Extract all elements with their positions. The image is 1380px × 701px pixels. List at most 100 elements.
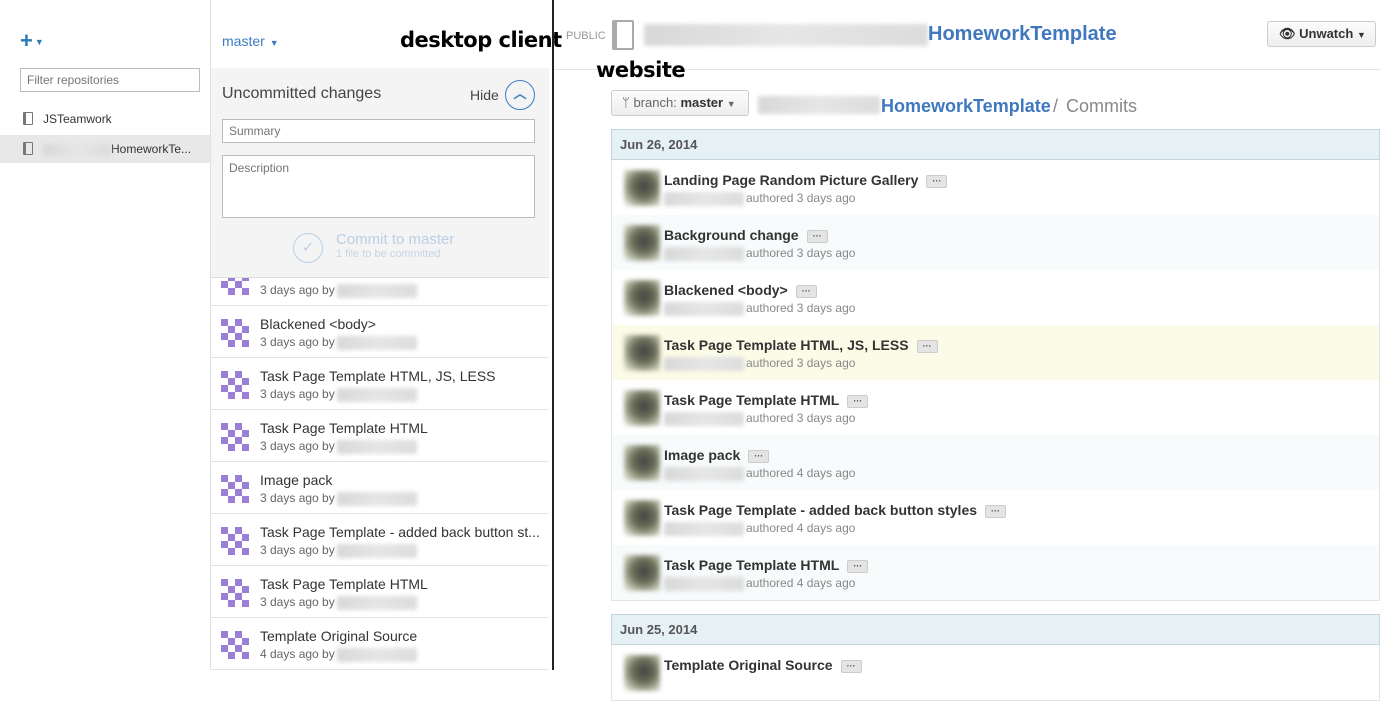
commit-summary-input[interactable] [222, 119, 535, 143]
history-row[interactable]: Task Page Template - added back button s… [211, 514, 548, 566]
branch-name: master [222, 33, 265, 49]
redacted-author [336, 543, 417, 558]
commit-title[interactable]: Task Page Template - added back button s… [664, 502, 1007, 518]
history-title: Task Page Template HTML [260, 576, 428, 592]
redacted-author [664, 576, 744, 591]
commit-description-input[interactable] [222, 155, 535, 218]
history-row[interactable]: Task Page Template HTML 3 days ago by [211, 566, 548, 618]
history-row[interactable]: Image pack 3 days ago by [211, 462, 548, 514]
identicon-avatar [221, 579, 249, 607]
redacted-author [664, 521, 744, 536]
repo-book-icon [23, 112, 33, 125]
identicon-avatar [221, 475, 249, 503]
commit-title-text[interactable]: Landing Page Random Picture Gallery [664, 172, 918, 188]
unwatch-button[interactable]: 👁 Unwatch ▼ [1267, 21, 1376, 47]
commit-title-text[interactable]: Task Page Template HTML [664, 392, 839, 408]
commit-title[interactable]: Landing Page Random Picture Gallery ··· [664, 172, 948, 188]
repo-item-jsteamwork[interactable]: JSTeamwork [0, 105, 210, 133]
caret-down-icon: ▼ [34, 37, 44, 48]
hide-label[interactable]: Hide [470, 87, 499, 103]
redacted-author [664, 466, 744, 481]
expand-message-button[interactable]: ··· [806, 229, 828, 243]
expand-message-button[interactable]: ··· [985, 504, 1007, 518]
identicon-avatar [221, 527, 249, 555]
history-row[interactable]: Template Original Source 4 days ago by [211, 618, 548, 670]
branch-label: branch: [633, 95, 677, 110]
repo-item-label: JSTeamwork [43, 112, 112, 126]
breadcrumb-repo-link[interactable]: HomeworkTemplate [881, 96, 1051, 117]
commit-row[interactable]: Blackened <body> ··· authored 3 days ago [611, 270, 1380, 326]
commit-title[interactable]: Task Page Template HTML ··· [664, 392, 869, 408]
commit-title-text[interactable]: Background change [664, 227, 799, 243]
filter-repositories-input[interactable] [20, 68, 200, 92]
history-title: Task Page Template HTML, JS, LESS [260, 368, 496, 384]
commit-row[interactable]: Background change ··· authored 3 days ago [611, 215, 1380, 271]
commit-title[interactable]: Blackened <body> ··· [664, 282, 817, 298]
website-annotation: website [596, 58, 686, 82]
commit-title[interactable]: Image pack ··· [664, 447, 770, 463]
commit-title-text[interactable]: Task Page Template HTML [664, 557, 839, 573]
commit-row[interactable]: Task Page Template HTML ··· authored 4 day… [611, 545, 1380, 601]
commit-meta: authored 3 days ago [664, 411, 855, 426]
caret-down-icon: ▼ [269, 38, 279, 48]
commit-title-text[interactable]: Template Original Source [664, 657, 833, 673]
history-meta: 4 days ago by [260, 647, 417, 662]
eye-icon: 👁 [1279, 26, 1296, 41]
commit-title[interactable]: Task Page Template HTML, JS, LESS ··· [664, 337, 938, 353]
repo-book-icon [23, 142, 33, 155]
history-title: Task Page Template - added back button s… [260, 524, 540, 540]
history-meta: 3 days ago by [260, 543, 417, 558]
commit-title-text[interactable]: Blackened <body> [664, 282, 788, 298]
repo-book-icon [612, 20, 634, 50]
add-repository-button[interactable]: + ▼ [20, 30, 44, 53]
expand-message-button[interactable]: ··· [926, 174, 948, 188]
commit-title-text[interactable]: Image pack [664, 447, 740, 463]
history-title: Blackened <body> [260, 316, 376, 332]
commit-row[interactable]: Template Original Source ··· [611, 645, 1380, 701]
history-meta-text: 3 days ago by [260, 491, 335, 505]
branch-picker[interactable]: master ▼ [222, 33, 279, 49]
commit-meta-text: authored 4 days ago [746, 521, 856, 535]
redacted-author [336, 335, 417, 350]
commit-row[interactable]: Task Page Template - added back button s… [611, 490, 1380, 546]
redacted-author [336, 283, 417, 298]
commit-title-text[interactable]: Task Page Template HTML, JS, LESS [664, 337, 909, 353]
expand-message-button[interactable]: ··· [847, 559, 869, 573]
commit-meta-text: authored 3 days ago [746, 246, 856, 260]
commit-button[interactable]: Commit to master [336, 231, 454, 248]
repo-item-homeworktemplate[interactable]: HomeworkTe... [0, 135, 210, 163]
identicon-avatar [221, 423, 249, 451]
commit-title[interactable]: Task Page Template HTML ··· [664, 557, 869, 573]
history-row[interactable]: Task Page Template HTML, JS, LESS 3 days … [211, 358, 548, 410]
redacted-author [664, 246, 744, 261]
expand-message-button[interactable]: ··· [840, 659, 862, 673]
caret-down-icon: ▼ [1356, 30, 1366, 40]
history-row[interactable]: Blackened <body> 3 days ago by [211, 306, 548, 358]
commit-meta-text: authored 3 days ago [746, 191, 856, 205]
history-meta-text: 3 days ago by [260, 439, 335, 453]
commit-title-text[interactable]: Task Page Template - added back button s… [664, 502, 977, 518]
commit-day-header: Jun 26, 2014 [611, 129, 1380, 160]
redacted-owner [43, 143, 111, 156]
branch-select-button[interactable]: ᛘ branch: master ▼ [611, 90, 749, 116]
commit-title[interactable]: Template Original Source ··· [664, 657, 862, 673]
expand-message-button[interactable]: ··· [795, 284, 817, 298]
redacted-author [664, 356, 744, 371]
commit-row[interactable]: Task Page Template HTML ··· authored 3 day… [611, 380, 1380, 436]
history-row[interactable]: Task Page Template HTML 3 days ago by [211, 410, 548, 462]
redacted-author [336, 387, 417, 402]
history-meta: 3 days ago by [260, 387, 417, 402]
commit-meta: authored 3 days ago [664, 191, 855, 206]
commit-row[interactable]: Task Page Template HTML, JS, LESS ··· auth… [611, 325, 1380, 381]
branch-value: master [680, 95, 724, 110]
expand-message-button[interactable]: ··· [847, 394, 869, 408]
commit-row[interactable]: Image pack ··· authored 4 days ago [611, 435, 1380, 491]
repo-title-link[interactable]: HomeworkTemplate [928, 23, 1117, 46]
chevron-up-icon[interactable]: ︿ [505, 80, 535, 110]
commit-row[interactable]: Landing Page Random Picture Gallery ··· au… [611, 160, 1380, 216]
history-meta: 3 days ago by [260, 491, 417, 506]
commit-meta: authored 3 days ago [664, 301, 855, 316]
expand-message-button[interactable]: ··· [748, 449, 770, 463]
commit-title[interactable]: Background change ··· [664, 227, 828, 243]
expand-message-button[interactable]: ··· [916, 339, 938, 353]
